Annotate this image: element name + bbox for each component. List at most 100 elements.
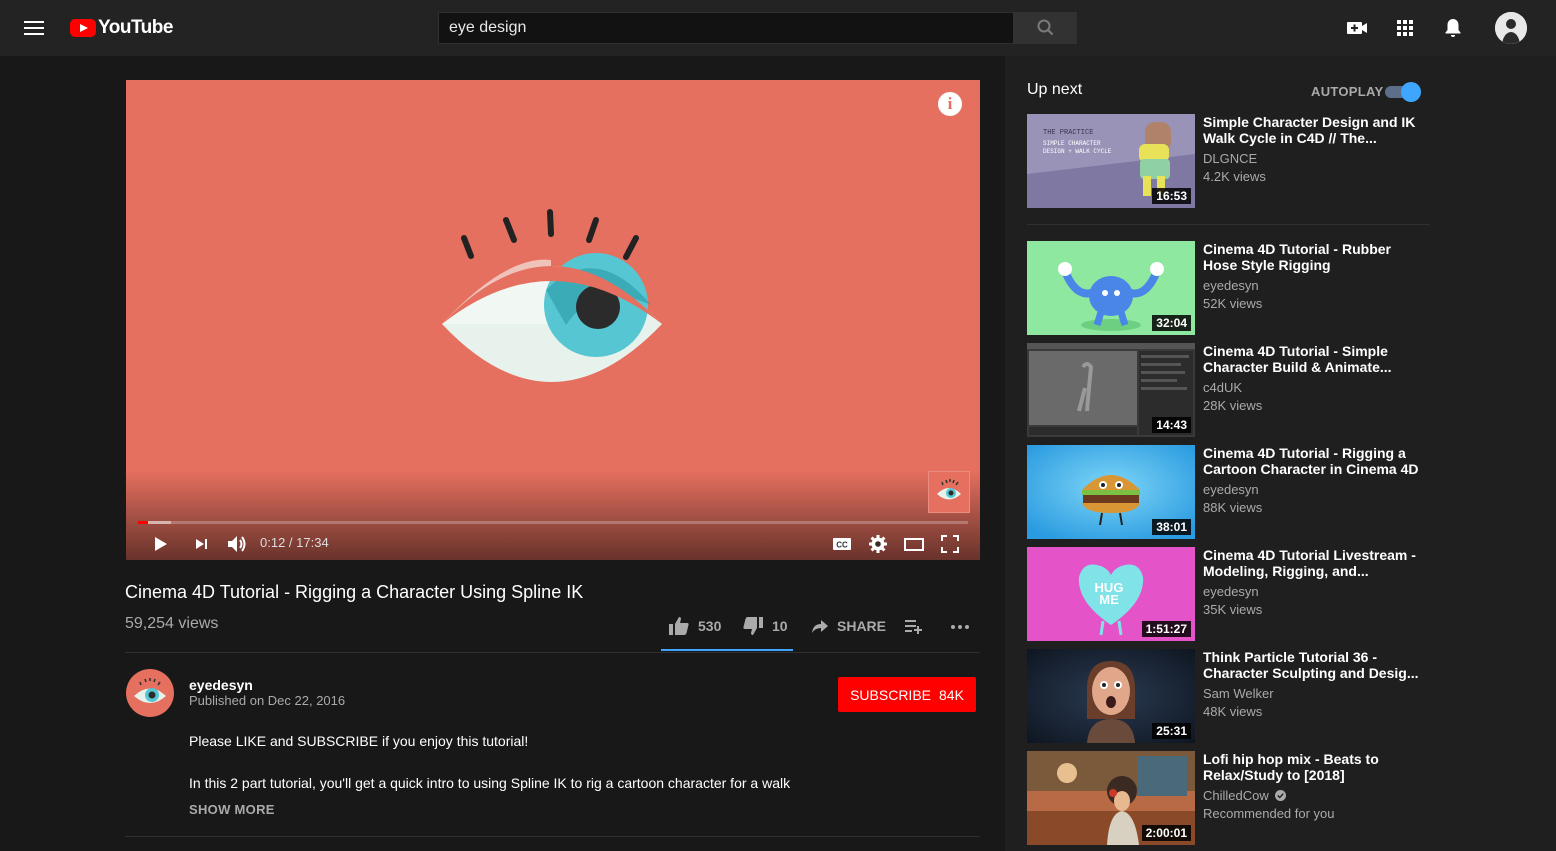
progress-fill bbox=[138, 521, 148, 524]
top-bar: YouTube bbox=[0, 0, 1556, 56]
search-button[interactable] bbox=[1013, 12, 1077, 44]
youtube-play-icon bbox=[70, 19, 96, 37]
recommended-video[interactable]: HUG ME 1:51:27 Cinema 4D Tutorial Livest… bbox=[1027, 547, 1430, 641]
share-arrow-icon bbox=[812, 620, 828, 633]
up-next-heading: Up next bbox=[1027, 81, 1083, 98]
time-display: 0:12 / 17:34 bbox=[260, 535, 329, 550]
recommended-views: 28K views bbox=[1203, 398, 1263, 413]
recommended-title[interactable]: Cinema 4D Tutorial Livestream - Modeling… bbox=[1203, 547, 1421, 579]
recommended-views: 88K views bbox=[1203, 500, 1263, 515]
apps-grid-icon[interactable] bbox=[1393, 16, 1417, 40]
logo-text: YouTube bbox=[98, 17, 173, 38]
video-duration: 2:00:01 bbox=[1141, 825, 1191, 841]
video-thumbnail[interactable]: HUG ME 1:51:27 bbox=[1027, 547, 1195, 641]
video-duration: 25:31 bbox=[1152, 723, 1191, 739]
info-divider bbox=[125, 652, 980, 653]
thumbs-down-icon bbox=[743, 617, 763, 635]
video-duration: 1:51:27 bbox=[1141, 621, 1191, 637]
add-to-playlist-button[interactable] bbox=[904, 617, 924, 635]
video-thumbnail[interactable]: 38:01 bbox=[1027, 445, 1195, 539]
user-avatar[interactable] bbox=[1495, 12, 1527, 44]
playlist-add-icon bbox=[905, 620, 922, 634]
recommended-video[interactable]: 38:01 Cinema 4D Tutorial - Rigging a Car… bbox=[1027, 445, 1430, 539]
video-player[interactable]: i 0:12 / 17:34 CC bbox=[126, 80, 980, 560]
volume-icon[interactable] bbox=[225, 532, 249, 556]
create-video-icon[interactable] bbox=[1345, 16, 1369, 40]
svg-text:CC: CC bbox=[836, 541, 848, 550]
video-thumbnail[interactable]: 25:31 bbox=[1027, 649, 1195, 743]
thumb-caption: SIMPLE CHARACTER bbox=[1043, 140, 1101, 147]
recommended-title[interactable]: Simple Character Design and IK Walk Cycl… bbox=[1203, 114, 1421, 146]
notifications-bell-icon[interactable] bbox=[1441, 16, 1465, 40]
thumb-caption: THE PRACTICE bbox=[1043, 129, 1093, 137]
recommended-channel: DLGNCE bbox=[1203, 151, 1258, 166]
recommended-channel: eyedesyn bbox=[1203, 278, 1259, 293]
recommended-channel: Sam Welker bbox=[1203, 686, 1274, 701]
description-divider bbox=[125, 836, 980, 837]
recommended-channel: eyedesyn bbox=[1203, 584, 1259, 599]
recommended-video[interactable]: 32:04 Cinema 4D Tutorial - Rubber Hose S… bbox=[1027, 241, 1430, 335]
more-horizontal-icon bbox=[951, 625, 969, 629]
video-thumbnail[interactable]: THE PRACTICE SIMPLE CHARACTER DESIGN + W… bbox=[1027, 114, 1195, 208]
recommended-title[interactable]: Cinema 4D Tutorial - Simple Character Bu… bbox=[1203, 343, 1421, 375]
recommended-views: Recommended for you bbox=[1203, 806, 1335, 821]
view-count: 59,254 views bbox=[125, 615, 219, 632]
subscribe-button[interactable]: SUBSCRIBE 84K bbox=[838, 677, 976, 712]
dislike-count: 10 bbox=[772, 618, 788, 634]
settings-gear-icon[interactable] bbox=[866, 532, 890, 556]
progress-bar[interactable] bbox=[138, 521, 968, 524]
channel-watermark[interactable] bbox=[928, 471, 970, 513]
play-button[interactable] bbox=[148, 532, 172, 556]
recommended-channel: ChilledCow bbox=[1203, 788, 1287, 803]
recommended-video[interactable]: 25:31 Think Particle Tutorial 36 - Chara… bbox=[1027, 649, 1430, 743]
recommended-title[interactable]: Lofi hip hop mix - Beats to Relax/Study … bbox=[1203, 751, 1421, 783]
show-more-button[interactable]: SHOW MORE bbox=[189, 802, 275, 817]
dislike-button[interactable]: 10 bbox=[742, 616, 788, 636]
video-thumbnail[interactable]: 32:04 bbox=[1027, 241, 1195, 335]
theater-mode-icon[interactable] bbox=[902, 532, 926, 556]
menu-icon[interactable] bbox=[24, 18, 44, 38]
fullscreen-icon[interactable] bbox=[938, 532, 962, 556]
video-duration: 14:43 bbox=[1152, 417, 1191, 433]
search-icon bbox=[1037, 19, 1054, 36]
channel-name[interactable]: eyedesyn bbox=[189, 677, 253, 693]
recommended-video[interactable]: 2:00:01 Lofi hip hop mix - Beats to Rela… bbox=[1027, 751, 1430, 845]
more-actions-button[interactable] bbox=[950, 617, 970, 635]
recommended-views: 35K views bbox=[1203, 602, 1263, 617]
subscriber-count: 84K bbox=[939, 686, 964, 703]
channel-avatar[interactable] bbox=[126, 669, 174, 717]
search-box bbox=[438, 12, 1014, 44]
recommended-video[interactable]: THE PRACTICE SIMPLE CHARACTER DESIGN + W… bbox=[1027, 114, 1430, 208]
next-button[interactable] bbox=[190, 532, 214, 556]
channel-label: ChilledCow bbox=[1203, 788, 1269, 803]
recommended-title[interactable]: Cinema 4D Tutorial - Rigging a Cartoon C… bbox=[1203, 445, 1421, 477]
recommended-video[interactable]: 14:43 Cinema 4D Tutorial - Simple Charac… bbox=[1027, 343, 1430, 437]
search-input[interactable] bbox=[439, 13, 1013, 43]
info-icon[interactable]: i bbox=[938, 92, 962, 116]
thumbs-up-icon bbox=[669, 617, 689, 635]
video-duration: 38:01 bbox=[1152, 519, 1191, 535]
share-button[interactable]: SHARE bbox=[811, 617, 886, 635]
video-duration: 32:04 bbox=[1152, 315, 1191, 331]
sentiment-bar bbox=[661, 649, 793, 651]
eye-illustration bbox=[442, 209, 662, 382]
publish-date: Published on Dec 22, 2016 bbox=[189, 693, 346, 708]
recommended-views: 52K views bbox=[1203, 296, 1263, 311]
verified-check-icon bbox=[1275, 790, 1287, 801]
video-thumbnail[interactable]: 14:43 bbox=[1027, 343, 1195, 437]
like-button[interactable]: 530 bbox=[668, 616, 721, 636]
video-thumbnail[interactable]: 2:00:01 bbox=[1027, 751, 1195, 845]
youtube-logo[interactable]: YouTube bbox=[70, 17, 173, 39]
recommended-title[interactable]: Think Particle Tutorial 36 - Character S… bbox=[1203, 649, 1421, 681]
thumb-caption: ME bbox=[1099, 592, 1119, 607]
subscribe-label: SUBSCRIBE bbox=[850, 686, 931, 703]
recommended-title[interactable]: Cinema 4D Tutorial - Rubber Hose Style R… bbox=[1203, 241, 1421, 273]
recommended-views: 4.2K views bbox=[1203, 169, 1266, 184]
captions-icon[interactable]: CC bbox=[830, 532, 854, 556]
like-count: 530 bbox=[698, 618, 722, 634]
video-duration: 16:53 bbox=[1152, 188, 1191, 204]
autoplay-toggle[interactable] bbox=[1385, 82, 1421, 102]
video-title: Cinema 4D Tutorial - Rigging a Character… bbox=[125, 582, 584, 602]
recommended-channel: eyedesyn bbox=[1203, 482, 1259, 497]
autoplay-label: AUTOPLAY bbox=[1311, 84, 1384, 99]
